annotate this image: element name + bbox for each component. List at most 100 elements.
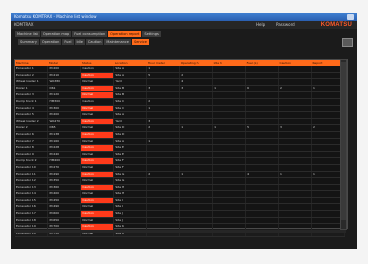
table-cell: 1	[146, 138, 181, 146]
table-cell	[278, 164, 312, 172]
subtab-maintenance[interactable]: Maintenance	[104, 39, 131, 45]
table-cell	[179, 184, 214, 192]
table-row[interactable]: Excavator 12 PC350 Normal Site G	[15, 177, 346, 185]
table-cell	[245, 131, 279, 139]
table-cell	[278, 131, 312, 139]
table-cell: PC270	[47, 164, 82, 172]
table-row[interactable]: Excavator 2 PC210 Caution Site A52	[15, 72, 346, 80]
table-cell: Normal	[80, 203, 115, 212]
table-cell	[146, 203, 181, 212]
table-cell: 2	[146, 98, 181, 106]
table-row[interactable]: Excavator 15 PC450 Caution Site I	[15, 197, 346, 205]
table-cell	[245, 190, 279, 198]
system-name: KOMTRAX	[14, 22, 34, 27]
table-row[interactable]: Excavator 13 PC360 Caution Site H	[15, 184, 346, 192]
table-cell: PC450	[47, 197, 82, 205]
machine-table: Machine Model Status Location Hour meter Oper…	[15, 60, 346, 238]
subtab-fuel[interactable]: Fuel	[62, 39, 74, 45]
vertical-scrollbar[interactable]	[340, 59, 347, 230]
table-cell	[278, 144, 312, 152]
table-cell: 1	[212, 85, 247, 93]
scrollbar-thumb[interactable]	[341, 62, 346, 220]
table-row[interactable]: Dozer 2 D65 Normal Site D211532	[15, 124, 346, 132]
table-row[interactable]: Excavator 9 PC240 Normal Site E	[15, 151, 346, 159]
tab-machine-list[interactable]: Machine list	[15, 31, 40, 37]
table-row[interactable]: Dozer 1 D61 Caution Site B331621	[15, 85, 346, 93]
table-cell: Caution	[80, 184, 115, 192]
table-cell: Caution	[80, 197, 115, 205]
table-cell: PC290	[47, 171, 82, 179]
table-cell	[146, 78, 181, 86]
table-cell: 1	[212, 124, 247, 132]
table-cell: Caution	[80, 131, 115, 139]
table-cell: Site C	[113, 105, 148, 113]
subtab-service[interactable]: Service	[131, 39, 149, 45]
table-row[interactable]: Excavator 6 PC138 Caution Site D	[15, 131, 346, 139]
table-cell: Excavator 15	[15, 197, 49, 205]
tab-fuel-consumption[interactable]: Fuel consumption	[72, 31, 108, 37]
table-row[interactable]: Excavator 5 PC200 Normal Site A	[15, 111, 346, 119]
table-cell: Dozer 2	[15, 124, 49, 132]
table-row[interactable]: Excavator 11 PC290 Caution Site G21411	[15, 171, 346, 179]
options-button[interactable]	[342, 38, 353, 47]
subtab-idle[interactable]: Idle	[74, 39, 85, 45]
table-row[interactable]: Dump truck 1 HM300 Caution Site C2	[15, 98, 346, 106]
table-cell: Site J	[113, 210, 148, 218]
table-cell	[179, 111, 214, 119]
table-cell: PC200	[47, 111, 82, 119]
table-row[interactable]: Excavator 3 PC120 Normal Site B	[15, 91, 346, 99]
table-cell	[146, 151, 181, 159]
subtab-operation[interactable]: Operation	[39, 39, 62, 45]
table-cell	[212, 111, 247, 119]
table-row[interactable]: Excavator 4 PC300 Normal Site C1	[15, 105, 346, 113]
table-cell: 5	[245, 124, 279, 132]
tab-operation-map[interactable]: Operation map	[40, 31, 72, 37]
table-cell	[278, 72, 312, 80]
table-row[interactable]: Excavator 18 PC650 Normal Site J	[15, 217, 346, 225]
table-cell	[146, 164, 181, 172]
table-cell: HM400	[47, 157, 82, 165]
table-cell	[278, 78, 312, 86]
table-cell: 1	[278, 171, 312, 179]
table-cell: 5	[146, 72, 181, 80]
sub-tabs: Summary Operation Fuel Idle Caution Maintenan…	[18, 39, 149, 45]
table-cell: D61	[47, 85, 82, 93]
table-row[interactable]: Excavator 14 PC400 Normal Site H	[15, 190, 346, 198]
table-cell: Caution	[80, 72, 115, 80]
table-cell: Normal	[80, 105, 115, 113]
table-cell: Normal	[80, 151, 115, 159]
table-cell: Excavator 8	[15, 144, 49, 152]
close-icon[interactable]	[347, 14, 354, 20]
table-row[interactable]: Wheel loader 2 WA470 Caution Yard 3	[15, 118, 346, 126]
table-row[interactable]: Excavator 16 PC490 Normal Site I	[15, 203, 346, 212]
subtab-summary[interactable]: Summary	[18, 39, 39, 45]
table-row[interactable]: Excavator 7 PC160 Normal Site A1	[15, 138, 346, 146]
table-cell: Caution	[80, 98, 115, 106]
tab-operation-report[interactable]: Operation report	[108, 31, 142, 37]
table-cell	[278, 138, 312, 146]
table-row[interactable]: Excavator 17 PC600 Caution Site J	[15, 210, 346, 218]
table-row[interactable]: Dump truck 2 HM400 Caution Site F	[15, 157, 346, 165]
table-cell: Excavator 5	[15, 111, 49, 119]
table-cell	[245, 105, 279, 113]
subtab-caution[interactable]: Caution	[85, 39, 104, 45]
table-row[interactable]: Wheel loader 1 WA380 Normal Yard 4	[15, 78, 346, 86]
table-row[interactable]: Excavator 10 PC270 Normal Site F	[15, 164, 346, 172]
table-cell: Site I	[113, 197, 148, 205]
table-cell	[278, 118, 312, 126]
table-cell: Site G	[113, 171, 148, 179]
monitor-frame: Komatsu KOMTRAX - Machine list window KO…	[0, 0, 368, 264]
table-cell: 2	[179, 72, 214, 80]
table-cell: PC600	[47, 210, 82, 218]
table-row[interactable]: Excavator 8 PC228 Caution Site E	[15, 144, 346, 152]
table-cell: WA470	[47, 118, 82, 126]
table-cell	[179, 151, 214, 159]
table-cell: Wheel loader 1	[15, 78, 49, 86]
app-header: KOMTRAX Help Password KOMATSU	[11, 21, 357, 29]
tab-settings[interactable]: Settings	[142, 31, 161, 37]
help-link[interactable]: Help	[256, 21, 265, 29]
table-cell	[212, 210, 247, 218]
table-cell	[212, 184, 247, 192]
password-link[interactable]: Password	[276, 21, 295, 29]
table-cell	[245, 118, 279, 126]
